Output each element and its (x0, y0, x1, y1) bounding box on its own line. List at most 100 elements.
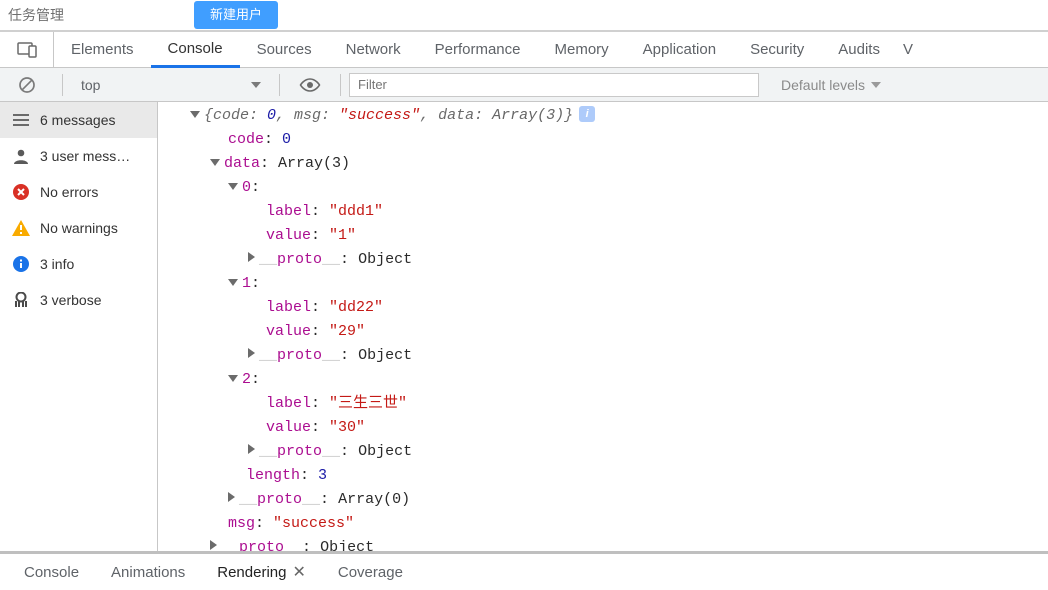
sidebar-row-info[interactable]: 3 info (0, 246, 157, 282)
warning-icon (12, 219, 30, 237)
sidebar-label: 3 info (40, 256, 74, 272)
prop-proto[interactable]: __proto__: Object (158, 248, 1048, 272)
sidebar-row-user[interactable]: 3 user mess… (0, 138, 157, 174)
tab-audits[interactable]: Audits (821, 32, 897, 67)
proto-type: Object (358, 443, 412, 460)
info-badge-icon[interactable]: i (579, 106, 595, 122)
summary-text: , data: (420, 107, 492, 124)
tab-security[interactable]: Security (733, 32, 821, 67)
sidebar-label: No warnings (40, 220, 118, 236)
array-index[interactable]: 1: (158, 272, 1048, 296)
disclosure-triangle-down-icon[interactable] (190, 111, 200, 118)
proto-type: Object (358, 251, 412, 268)
proto-type: Object (358, 347, 412, 364)
prop-value-row[interactable]: value: "30" (158, 416, 1048, 440)
index-key: 1 (242, 275, 251, 292)
tab-overflow[interactable]: V (897, 32, 919, 67)
array-index[interactable]: 2: (158, 368, 1048, 392)
tab-console[interactable]: Console (151, 33, 240, 68)
array-index[interactable]: 0: (158, 176, 1048, 200)
tab-network[interactable]: Network (329, 32, 418, 67)
breadcrumb-fragment: 任务管理 (8, 5, 64, 25)
disclosure-triangle-right-icon[interactable] (248, 444, 255, 454)
prop-key: length (246, 467, 300, 484)
tab-sources[interactable]: Sources (240, 32, 329, 67)
prop-key: label (266, 395, 311, 412)
disclosure-triangle-right-icon[interactable] (228, 492, 235, 502)
devtools-drawer-tabs: Console Animations Rendering ✕ Coverage (0, 554, 1048, 590)
sidebar-row-messages[interactable]: 6 messages (0, 102, 157, 138)
index-key: 2 (242, 371, 251, 388)
disclosure-triangle-down-icon[interactable] (228, 183, 238, 190)
colon: : (311, 395, 329, 412)
summary-text: } (564, 107, 573, 124)
prop-value: "29" (329, 323, 365, 340)
prop-root-proto[interactable]: proto : Object (158, 536, 1048, 551)
console-sidebar: 6 messages 3 user mess… No errors No war… (0, 102, 158, 551)
user-icon (12, 147, 30, 165)
prop-data[interactable]: data: Array(3) (158, 152, 1048, 176)
disclosure-triangle-right-icon[interactable] (210, 540, 217, 550)
tab-elements[interactable]: Elements (54, 32, 151, 67)
prop-length[interactable]: length: 3 (158, 464, 1048, 488)
prop-label[interactable]: label: "ddd1" (158, 200, 1048, 224)
error-icon (12, 183, 30, 201)
prop-label[interactable]: label: "三生三世" (158, 392, 1048, 416)
prop-key: data (224, 155, 260, 172)
toolbar-separator (62, 74, 63, 96)
summary-text: {code: (204, 107, 267, 124)
proto-type: Object (320, 539, 374, 551)
tab-performance[interactable]: Performance (418, 32, 538, 67)
disclosure-triangle-right-icon[interactable] (248, 348, 255, 358)
tab-application[interactable]: Application (626, 32, 733, 67)
drawer-tab-console[interactable]: Console (8, 554, 95, 590)
sidebar-row-verbose[interactable]: 3 verbose (0, 282, 157, 318)
log-levels-selector[interactable]: Default levels (781, 77, 881, 93)
context-label: top (81, 77, 100, 93)
prop-code[interactable]: code: 0 (158, 128, 1048, 152)
clear-console-icon[interactable] (0, 68, 54, 101)
prop-key: label (266, 203, 311, 220)
object-summary[interactable]: {code: 0, msg: "success", data: Array(3)… (158, 104, 1048, 128)
disclosure-triangle-down-icon[interactable] (228, 375, 238, 382)
summary-code: 0 (267, 107, 276, 124)
prop-proto[interactable]: __proto__: Object (158, 440, 1048, 464)
prop-key: code (228, 131, 264, 148)
chevron-down-icon (251, 82, 261, 88)
summary-msg: "success" (339, 107, 420, 124)
sidebar-row-errors[interactable]: No errors (0, 174, 157, 210)
prop-value-row[interactable]: value: "29" (158, 320, 1048, 344)
colon: : (264, 131, 282, 148)
prop-value-row[interactable]: value: "1" (158, 224, 1048, 248)
index-key: 0 (242, 179, 251, 196)
context-selector[interactable]: top (71, 77, 271, 93)
prop-value: "dd22" (329, 299, 383, 316)
prop-key: value (266, 323, 311, 340)
colon: : (311, 299, 329, 316)
filter-input[interactable] (349, 73, 759, 97)
sidebar-row-warnings[interactable]: No warnings (0, 210, 157, 246)
disclosure-triangle-down-icon[interactable] (228, 279, 238, 286)
sidebar-label: No errors (40, 184, 98, 200)
drawer-tab-rendering[interactable]: Rendering ✕ (201, 554, 322, 590)
new-user-button[interactable]: 新建用户 (194, 1, 278, 29)
colon: : (340, 347, 358, 364)
prop-label[interactable]: label: "dd22" (158, 296, 1048, 320)
summary-data: Array(3) (492, 107, 564, 124)
prop-proto[interactable]: __proto__: Object (158, 344, 1048, 368)
device-toolbar-icon[interactable] (0, 32, 54, 67)
live-expression-icon[interactable] (288, 68, 332, 101)
tab-memory[interactable]: Memory (538, 32, 626, 67)
drawer-tab-coverage[interactable]: Coverage (322, 554, 419, 590)
close-icon[interactable]: ✕ (292, 562, 305, 582)
disclosure-triangle-right-icon[interactable] (248, 252, 255, 262)
disclosure-triangle-down-icon[interactable] (210, 159, 220, 166)
info-icon (12, 255, 30, 273)
devtools-tabs: Elements Console Sources Network Perform… (0, 32, 1048, 68)
prop-value: "30" (329, 419, 365, 436)
drawer-tab-animations[interactable]: Animations (95, 554, 201, 590)
console-output[interactable]: {code: 0, msg: "success", data: Array(3)… (158, 102, 1048, 551)
prop-key: value (266, 227, 311, 244)
prop-msg[interactable]: msg: "success" (158, 512, 1048, 536)
prop-array-proto[interactable]: __proto__: Array(0) (158, 488, 1048, 512)
